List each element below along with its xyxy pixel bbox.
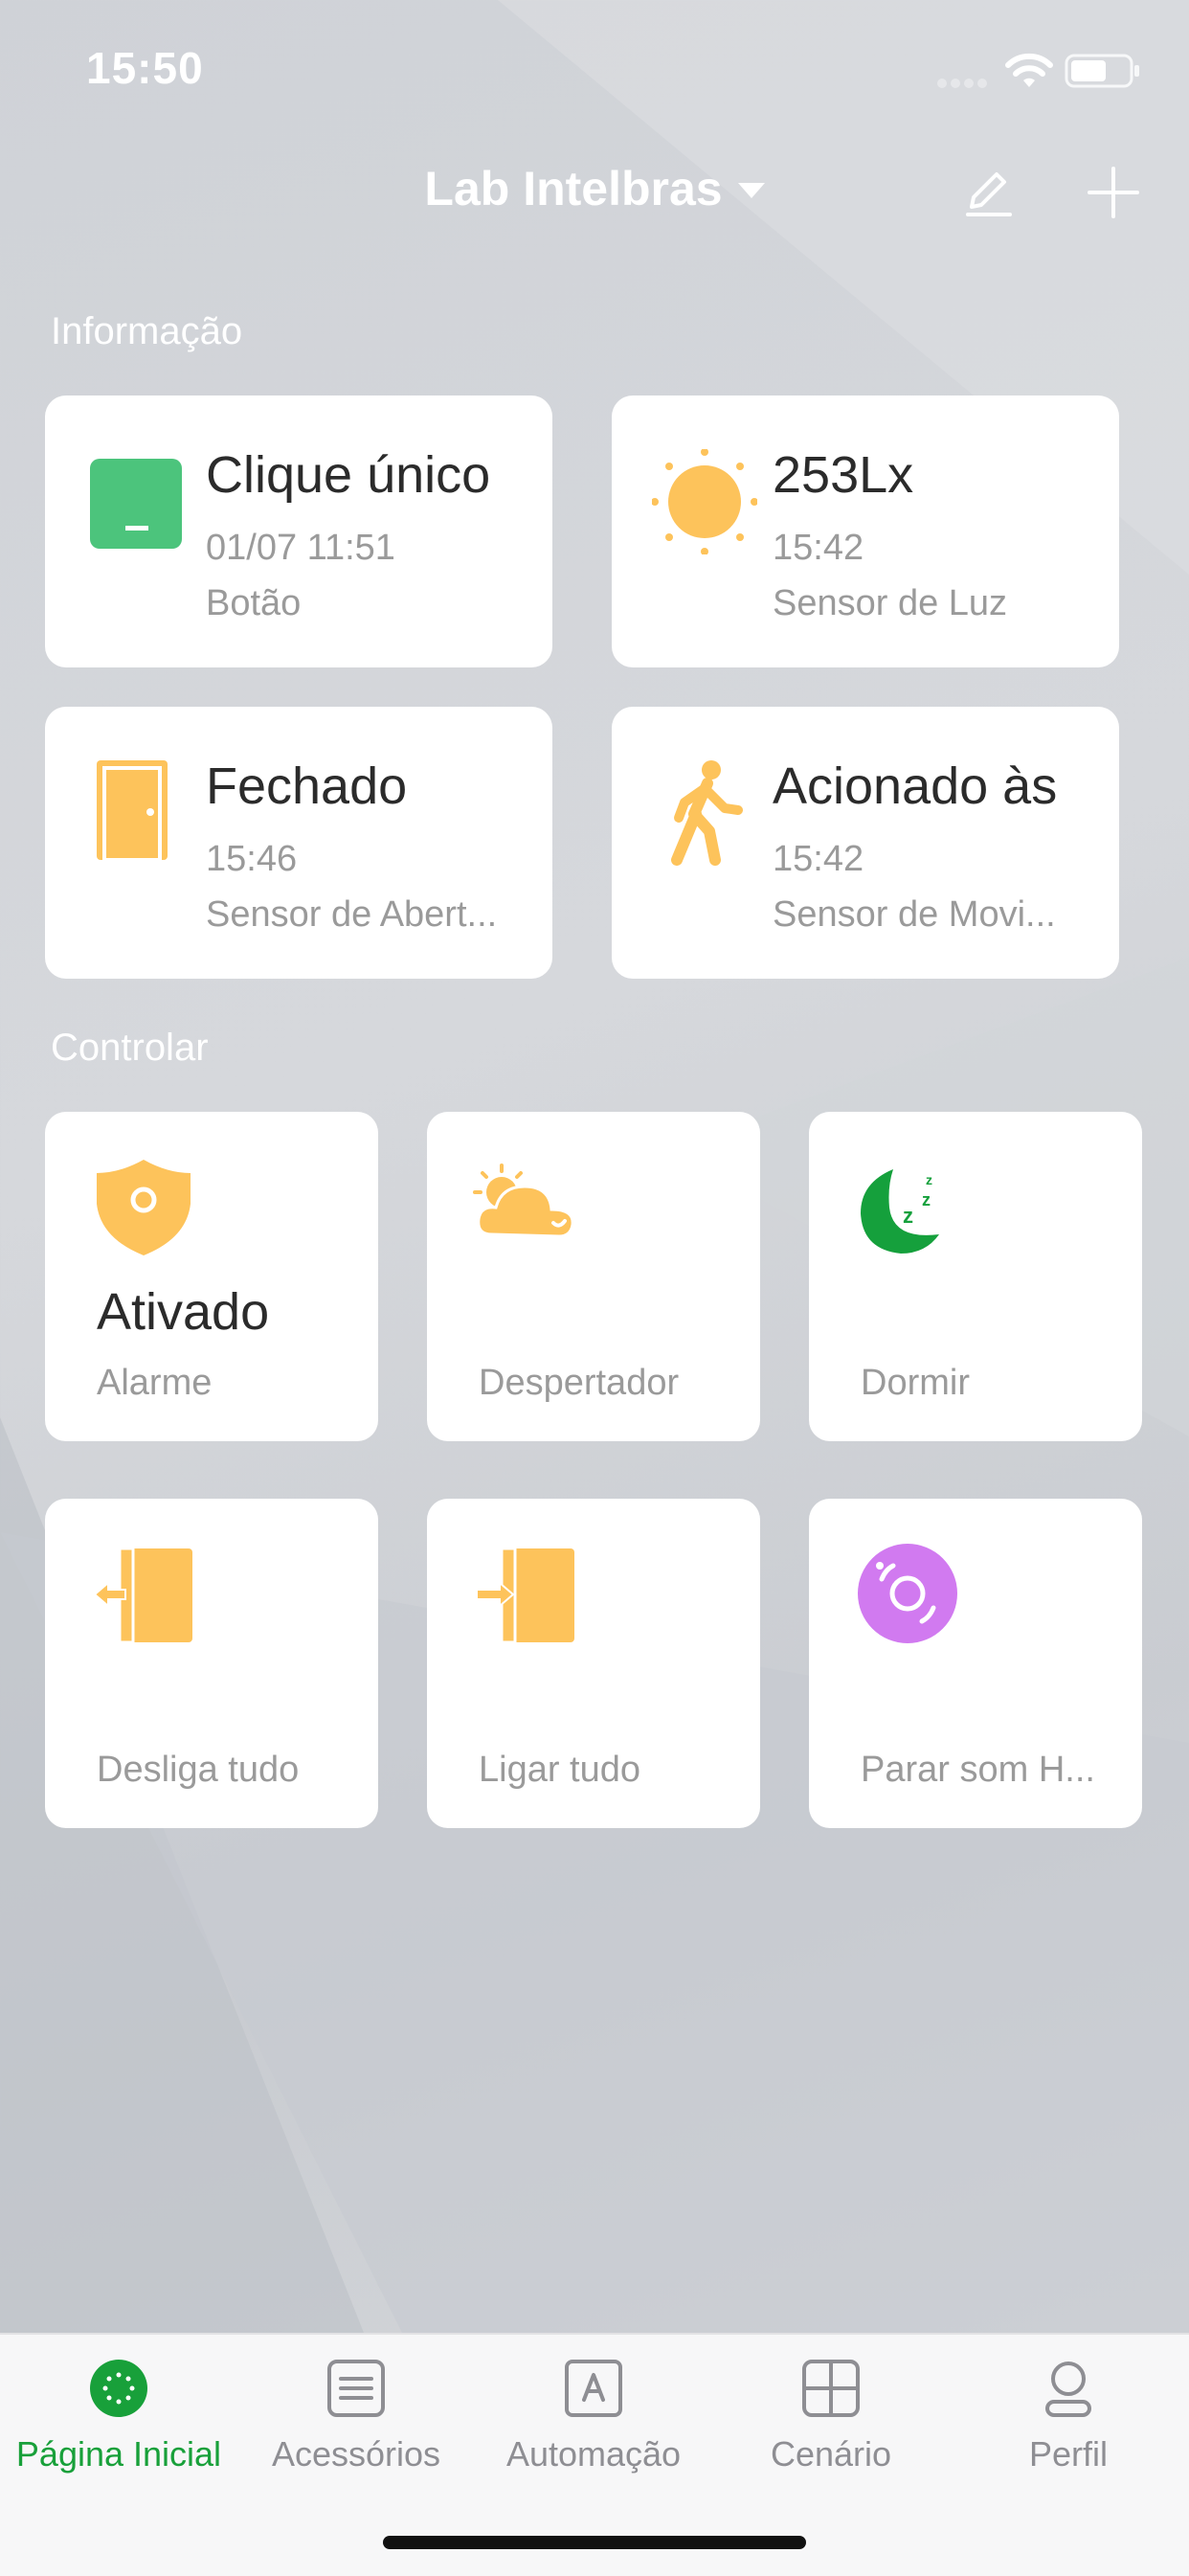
info-card-button[interactable]: Clique único 01/07 11:51 Botão: [45, 395, 552, 667]
grid-icon: [802, 2360, 860, 2417]
status-time: 15:50: [86, 43, 204, 93]
control-card-turn-off-all[interactable]: Desliga tudo: [45, 1499, 378, 1828]
list-icon: [327, 2360, 385, 2417]
info-card-motion-sensor[interactable]: Acionado às 15:42 Sensor de Movi...: [612, 707, 1119, 979]
edit-icon[interactable]: [960, 165, 1018, 222]
walking-person-icon: [671, 760, 743, 866]
tab-home[interactable]: Página Inicial: [0, 2335, 237, 2507]
battery-icon: [1065, 54, 1139, 88]
enter-door-icon: [476, 1547, 574, 1644]
section-control-label: Controlar: [51, 1027, 209, 1069]
tab-accessories[interactable]: Acessórios: [237, 2335, 475, 2507]
home-dots-icon: [90, 2360, 147, 2417]
wifi-icon: [1005, 53, 1053, 87]
home-title: Lab Intelbras: [424, 162, 723, 215]
control-card-stop-sound[interactable]: Parar som H...: [809, 1499, 1142, 1828]
sun-cloud-icon: [473, 1164, 574, 1238]
button-icon: [90, 459, 182, 549]
shield-icon: [97, 1160, 191, 1255]
svg-text:z: z: [926, 1172, 932, 1187]
moon-sleep-icon: z z z: [861, 1169, 939, 1254]
sun-icon: [652, 449, 757, 554]
control-card-sleep[interactable]: z z z Dormir: [809, 1112, 1142, 1441]
tab-scenario[interactable]: Cenário: [712, 2335, 950, 2507]
chevron-down-icon: [737, 183, 765, 198]
section-info-label: Informação: [51, 310, 243, 352]
automation-icon: [565, 2360, 622, 2417]
cellular-signal-icon: [937, 79, 987, 88]
control-card-alarm[interactable]: Ativado Alarme: [45, 1112, 378, 1441]
info-card-light-sensor[interactable]: 253Lx 15:42 Sensor de Luz: [612, 395, 1119, 667]
speaker-disc-icon: [858, 1544, 957, 1643]
tab-automation[interactable]: Automação: [475, 2335, 712, 2507]
svg-text:z: z: [922, 1190, 931, 1209]
add-icon[interactable]: [1084, 163, 1143, 222]
control-card-turn-on-all[interactable]: Ligar tudo: [427, 1499, 760, 1828]
svg-text:z: z: [903, 1204, 913, 1228]
door-icon: [97, 760, 168, 862]
exit-door-icon: [93, 1547, 192, 1644]
info-card-door-sensor[interactable]: Fechado 15:46 Sensor de Abert...: [45, 707, 552, 979]
home-indicator: [383, 2536, 806, 2549]
status-bar: 15:50: [0, 0, 1189, 144]
control-card-alarm-clock[interactable]: Despertador: [427, 1112, 760, 1441]
profile-icon: [1045, 2361, 1091, 2417]
tab-profile[interactable]: Perfil: [950, 2335, 1187, 2507]
